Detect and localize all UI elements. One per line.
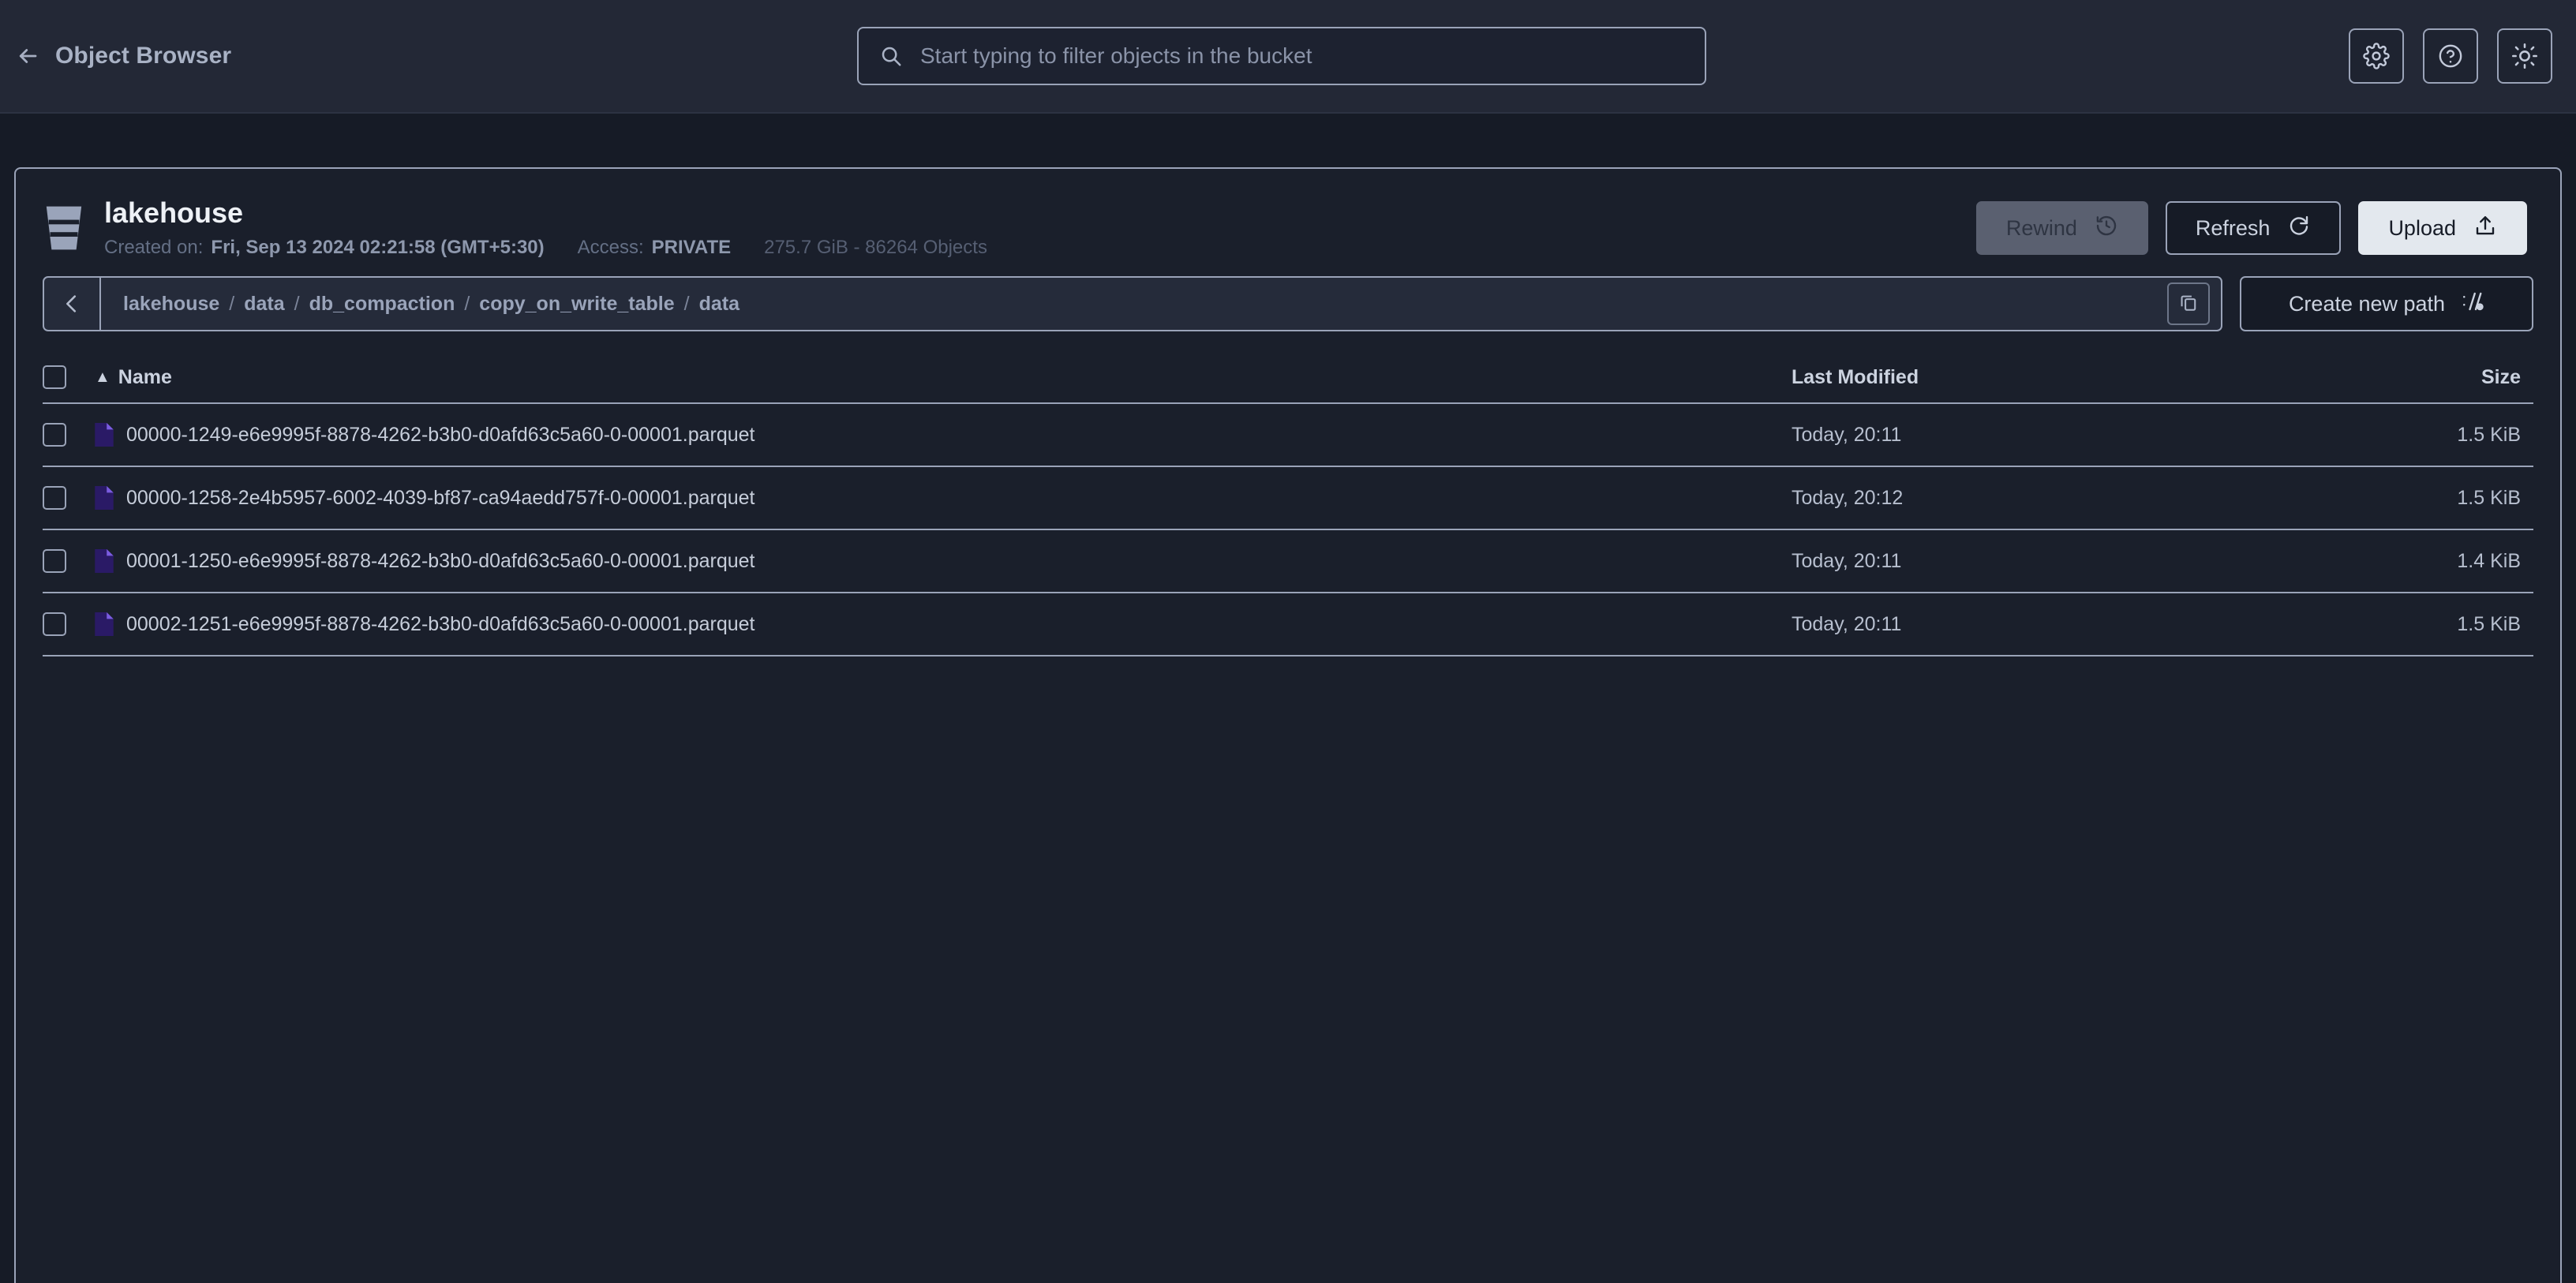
settings-button[interactable] (2349, 28, 2404, 84)
row-checkbox[interactable] (43, 423, 66, 447)
row-size: 1.4 KiB (2457, 549, 2521, 572)
bucket-usage: 275.7 GiB - 86264 Objects (764, 236, 987, 258)
breadcrumb-item-1[interactable]: data (244, 293, 284, 316)
row-name-cell: 00000-1258-2e4b5957-6002-4039-bf87-ca94a… (95, 486, 1792, 510)
column-header-last-modified-label: Last Modified (1792, 365, 1919, 388)
table-header-row: ▲ Name Last Modified Size (43, 352, 2533, 404)
row-name-cell: 00001-1250-e6e9995f-8878-4262-b3b0-d0afd… (95, 549, 1792, 573)
object-name[interactable]: 00001-1250-e6e9995f-8878-4262-b3b0-d0afd… (126, 550, 755, 573)
objects-table: ▲ Name Last Modified Size 00000-1249-e6e… (43, 352, 2533, 656)
chevron-left-icon[interactable] (44, 278, 101, 330)
row-checkbox[interactable] (43, 486, 66, 510)
row-size: 1.5 KiB (2457, 612, 2521, 635)
new-path-icon (2461, 290, 2484, 319)
object-name[interactable]: 00002-1251-e6e9995f-8878-4262-b3b0-d0afd… (126, 613, 755, 636)
search-icon (879, 44, 903, 68)
table-row[interactable]: 00000-1249-e6e9995f-8878-4262-b3b0-d0afd… (43, 404, 2533, 467)
top-bar: Object Browser (0, 0, 2576, 114)
bucket-info: lakehouse Created on: Fri, Sep 13 2024 0… (104, 197, 1976, 259)
table-row[interactable]: 00001-1250-e6e9995f-8878-4262-b3b0-d0afd… (43, 530, 2533, 593)
help-button[interactable] (2423, 28, 2478, 84)
row-last-modified: Today, 20:11 (1792, 549, 1902, 572)
row-last-modified: Today, 20:11 (1792, 612, 1902, 635)
object-browser-panel: lakehouse Created on: Fri, Sep 13 2024 0… (14, 167, 2562, 1283)
row-name-cell: 00000-1249-e6e9995f-8878-4262-b3b0-d0afd… (95, 423, 1792, 447)
path-bar: lakehouse / data / db_compaction / copy_… (43, 276, 2222, 331)
refresh-icon (2287, 214, 2311, 243)
breadcrumb-item-2[interactable]: db_compaction (309, 293, 455, 316)
parquet-file-icon (95, 549, 114, 573)
table-row[interactable]: 00000-1258-2e4b5957-6002-4039-bf87-ca94a… (43, 467, 2533, 530)
path-row: lakehouse / data / db_compaction / copy_… (43, 276, 2533, 331)
row-last-modified: Today, 20:12 (1792, 486, 1904, 509)
theme-toggle-button[interactable] (2497, 28, 2552, 84)
parquet-file-icon (95, 486, 114, 510)
bucket-meta: Created on: Fri, Sep 13 2024 02:21:58 (G… (104, 237, 1976, 259)
search-container (857, 27, 1706, 85)
bucket-header: lakehouse Created on: Fri, Sep 13 2024 0… (16, 169, 2560, 265)
breadcrumb-item-0[interactable]: lakehouse (123, 293, 219, 316)
row-size: 1.5 KiB (2457, 486, 2521, 509)
upload-label: Upload (2388, 215, 2456, 240)
row-size: 1.5 KiB (2457, 423, 2521, 446)
column-header-size-label: Size (2481, 365, 2521, 388)
created-label: Created on: (104, 236, 204, 258)
row-select-cell (43, 423, 95, 447)
create-new-path-button[interactable]: Create new path (2240, 276, 2533, 331)
column-header-name[interactable]: ▲ Name (95, 366, 1792, 389)
copy-icon (2178, 292, 2199, 316)
breadcrumb-sep-0: / (229, 292, 235, 315)
upload-icon (2473, 214, 2497, 243)
search-box[interactable] (857, 27, 1706, 85)
upload-button[interactable]: Upload (2358, 201, 2527, 255)
topbar-actions (2349, 28, 2552, 84)
rewind-button[interactable]: Rewind (1975, 201, 2148, 255)
column-header-last-modified[interactable]: Last Modified (1792, 366, 2328, 389)
access-label: Access: (577, 236, 644, 258)
row-name-cell: 00002-1251-e6e9995f-8878-4262-b3b0-d0afd… (95, 612, 1792, 636)
breadcrumb-sep-3: / (683, 292, 690, 315)
bucket-icon (43, 204, 85, 252)
column-header-name-label: Name (118, 365, 172, 388)
row-last-modified: Today, 20:11 (1792, 423, 1902, 446)
bucket-actions: Rewind Refresh Upload (1975, 201, 2527, 255)
access-value: PRIVATE (651, 236, 732, 258)
back-nav-group[interactable]: Object Browser (14, 43, 231, 69)
row-select-cell (43, 549, 95, 573)
bucket-name: lakehouse (104, 196, 244, 230)
rewind-label: Rewind (2005, 215, 2077, 240)
select-all-checkbox[interactable] (43, 365, 66, 389)
object-name[interactable]: 00000-1258-2e4b5957-6002-4039-bf87-ca94a… (126, 487, 755, 510)
refresh-label: Refresh (2195, 215, 2271, 240)
search-input[interactable] (920, 43, 1684, 69)
column-header-size[interactable]: Size (2328, 366, 2533, 389)
sort-ascending-icon: ▲ (95, 368, 110, 386)
select-all-cell (43, 365, 95, 389)
row-select-cell (43, 612, 95, 636)
arrow-left-icon[interactable] (14, 43, 41, 69)
create-new-path-label: Create new path (2288, 291, 2446, 316)
rewind-clock-icon (2095, 214, 2118, 243)
breadcrumb-item-4[interactable]: data (699, 293, 739, 316)
parquet-file-icon (95, 612, 114, 636)
created-value: Fri, Sep 13 2024 02:21:58 (GMT+5:30) (211, 236, 545, 258)
refresh-button[interactable]: Refresh (2165, 201, 2342, 255)
breadcrumb-sep-2: / (464, 292, 470, 315)
row-select-cell (43, 486, 95, 510)
row-checkbox[interactable] (43, 612, 66, 636)
breadcrumb: lakehouse / data / db_compaction / copy_… (101, 293, 2167, 316)
parquet-file-icon (95, 423, 114, 447)
breadcrumb-sep-1: / (294, 292, 300, 315)
copy-path-button[interactable] (2167, 282, 2210, 325)
row-checkbox[interactable] (43, 549, 66, 573)
page-title: Object Browser (55, 43, 232, 69)
breadcrumb-item-3[interactable]: copy_on_write_table (479, 293, 674, 316)
table-row[interactable]: 00002-1251-e6e9995f-8878-4262-b3b0-d0afd… (43, 593, 2533, 656)
object-name[interactable]: 00000-1249-e6e9995f-8878-4262-b3b0-d0afd… (126, 424, 755, 447)
